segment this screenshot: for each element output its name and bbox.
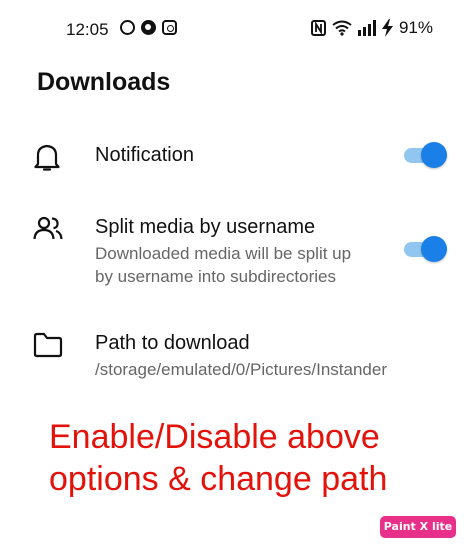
page-title: Downloads <box>37 68 171 96</box>
download-path-value: /storage/emulated/0/Pictures/Instander <box>95 360 387 379</box>
nfc-icon <box>310 20 326 36</box>
whatsapp-icon <box>120 20 135 35</box>
annotation-text: Enable/Disable above options & change pa… <box>49 416 387 500</box>
charging-icon <box>381 19 393 37</box>
toggle-thumb <box>421 236 447 262</box>
signal-icon <box>357 20 376 36</box>
setting-download-path[interactable]: Path to download /storage/emulated/0/Pic… <box>0 322 469 384</box>
battery-level: 91% <box>398 18 433 37</box>
notification-toggle[interactable] <box>404 141 447 169</box>
status-time: 12:05 <box>66 20 109 39</box>
setting-description-line1: Downloaded media will be split up <box>95 244 352 263</box>
setting-split-media[interactable]: Split media by username Downloaded media… <box>0 205 469 295</box>
setting-description-line2: by username into subdirectories <box>95 267 336 286</box>
setting-title: Path to download <box>95 332 250 354</box>
split-media-toggle[interactable] <box>404 235 447 263</box>
bell-icon <box>34 144 60 171</box>
folder-icon <box>33 332 63 358</box>
notification-icons <box>120 20 177 35</box>
setting-title: Split media by username <box>95 216 316 238</box>
users-icon <box>33 216 63 240</box>
setting-notification[interactable]: Notification <box>0 132 469 182</box>
status-bar: 12:05 91% <box>0 0 469 60</box>
instagram-icon <box>162 20 177 35</box>
setting-title: Notification <box>95 144 194 166</box>
toggle-thumb <box>421 142 447 168</box>
watermark: Paint X lite <box>380 516 456 538</box>
annotation-line2: options & change path <box>49 460 388 498</box>
system-status: 91% <box>310 18 433 38</box>
annotation-line1: Enable/Disable above <box>49 418 380 456</box>
app-icon <box>141 20 156 35</box>
wifi-icon <box>332 20 352 36</box>
